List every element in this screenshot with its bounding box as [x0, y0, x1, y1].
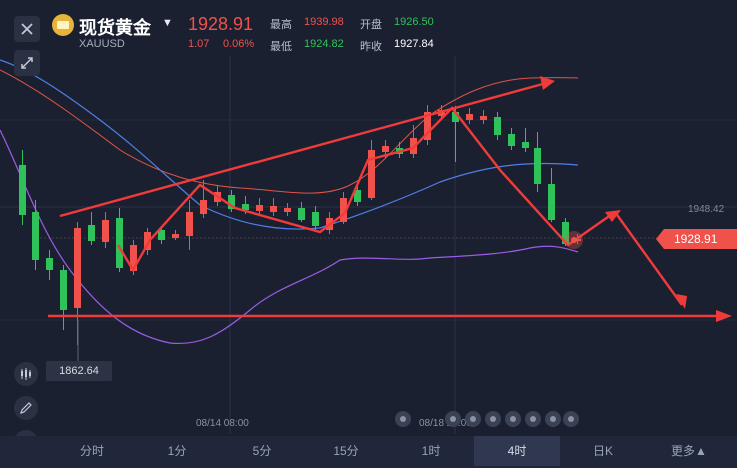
pager-dot[interactable] [465, 411, 481, 427]
price-change: 1.07 [188, 38, 210, 50]
candles [19, 105, 581, 345]
prev-close-value: 1927.84 [394, 38, 434, 50]
pager-dot[interactable] [545, 411, 561, 427]
time-label-1: 08/14 08:00 [196, 418, 249, 429]
pager-dot[interactable] [525, 411, 541, 427]
tab-15min[interactable]: 15分 [304, 436, 388, 466]
pager-dot[interactable] [395, 411, 411, 427]
draw-pen-icon [20, 402, 32, 414]
low-label: 最低 [270, 41, 292, 53]
trend-arrows [48, 80, 728, 318]
pager-dot[interactable] [445, 411, 461, 427]
ma-line [0, 59, 579, 230]
dropdown-caret-icon[interactable]: ▼ [162, 17, 173, 29]
current-price: 1928.91 [188, 14, 254, 34]
tab-1min[interactable]: 1分 [134, 436, 220, 466]
open-value: 1926.50 [394, 16, 434, 28]
chart-type-button[interactable] [14, 362, 38, 386]
draw-tool-button[interactable] [14, 396, 38, 420]
lower-band-line [0, 129, 579, 345]
pager-dot[interactable] [563, 411, 579, 427]
prev-close-label: 昨收 [360, 41, 382, 53]
price-change-percent: 0.06% [223, 38, 255, 50]
tab-5min[interactable]: 5分 [220, 436, 304, 466]
interval-tabs: 分时 1分 5分 15分 1时 4时 日K 更多▲ [0, 436, 737, 468]
pager-dot[interactable] [485, 411, 501, 427]
app-window: 现货黄金 ▼ XAUUSD 1928.91 1.07 0.06% 最高 1939… [0, 0, 737, 468]
close-button[interactable] [14, 16, 40, 42]
current-price-dot [571, 237, 577, 243]
low-price-marker: 1862.64 [46, 361, 112, 381]
tab-more[interactable]: 更多▲ [646, 436, 732, 466]
upper-band-line [0, 69, 579, 194]
arrow-heads [540, 76, 732, 322]
open-label: 开盘 [360, 19, 382, 31]
quote-header: 现货黄金 ▼ XAUUSD 1928.91 1.07 0.06% 最高 1939… [0, 0, 737, 56]
instrument-symbol: XAUUSD [79, 38, 125, 50]
high-label: 最高 [270, 19, 292, 31]
tab-4hour[interactable]: 4时 [474, 436, 560, 466]
current-price-tag: 1928.91 [656, 229, 737, 249]
candlestick-type-icon [21, 368, 31, 380]
close-icon [21, 23, 33, 35]
pager-dot[interactable] [505, 411, 521, 427]
gold-logo-icon [52, 14, 74, 36]
instrument-title[interactable]: 现货黄金 [79, 14, 151, 40]
low-value: 1924.82 [304, 38, 344, 50]
expand-icon [21, 57, 33, 69]
expand-button[interactable] [14, 50, 40, 76]
tab-1hour[interactable]: 1时 [388, 436, 474, 466]
tab-daily[interactable]: 日K [560, 436, 646, 466]
right-axis-label: 1948.42 [688, 204, 725, 215]
tab-fenshi[interactable]: 分时 [50, 436, 134, 466]
high-value: 1939.98 [304, 16, 344, 28]
